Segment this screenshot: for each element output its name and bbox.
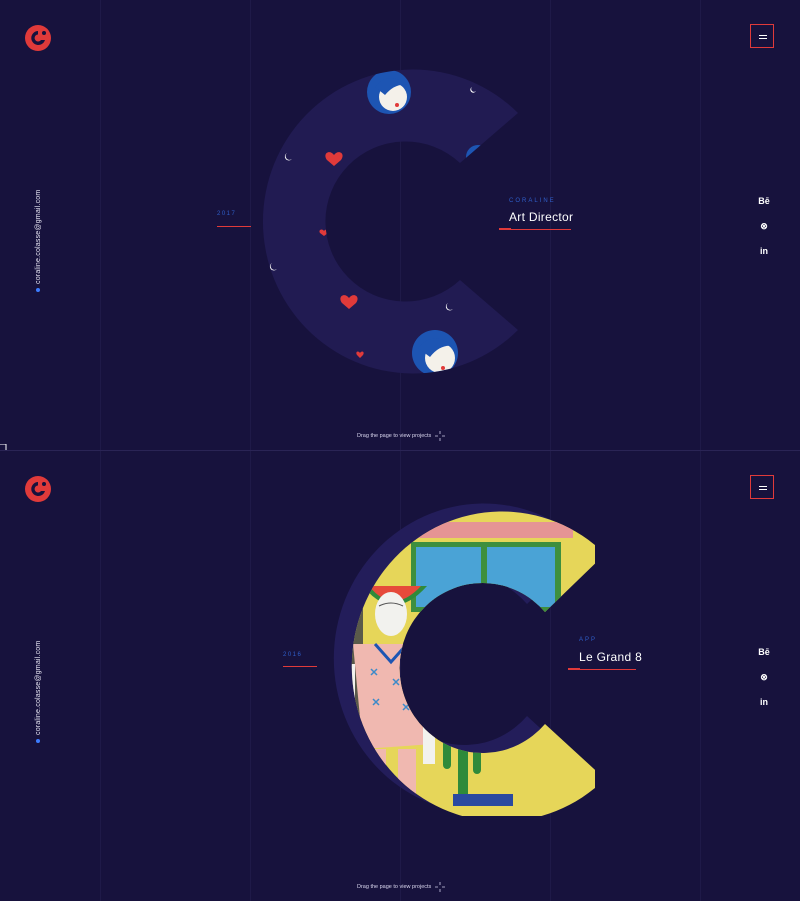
email-text: coraline.colasse@gmail.com [34, 640, 42, 735]
drag-hint: Drag the page to view projects [357, 431, 446, 441]
behance-icon[interactable]: Bē [756, 196, 772, 206]
dribbble-icon[interactable]: ⊗ [756, 672, 772, 683]
menu-icon [759, 38, 767, 39]
email-dot-icon [36, 288, 40, 292]
drag-hint-text: Drag the page to view projects [357, 433, 432, 439]
year-underline [283, 666, 317, 667]
project-year: 2016 [283, 652, 303, 658]
face-illustration [412, 330, 458, 374]
title-underline-accent [499, 228, 511, 230]
linkedin-icon[interactable]: in [756, 246, 772, 256]
grid-line [100, 451, 101, 901]
menu-button[interactable] [750, 24, 774, 48]
menu-button[interactable] [750, 475, 774, 499]
grid-line [550, 0, 551, 450]
grid-line [700, 0, 701, 450]
menu-icon [759, 35, 767, 36]
email-link[interactable]: coraline.colasse@gmail.com [31, 603, 45, 743]
project-panel: coraline.colasse@gmail.com Bē ⊗ in 2016 … [0, 450, 800, 901]
project-category: CORALINE [509, 198, 556, 204]
linkedin-icon[interactable]: in [756, 697, 772, 707]
email-text: coraline.colasse@gmail.com [34, 189, 42, 284]
grid-line [100, 0, 101, 450]
project-category: APP [579, 637, 598, 643]
drag-arrows-icon [435, 431, 446, 441]
drag-arrows-icon [435, 882, 446, 892]
logo[interactable] [24, 24, 52, 52]
logo[interactable] [24, 475, 52, 503]
email-link[interactable]: coraline.colasse@gmail.com [31, 152, 45, 292]
grid-line [250, 451, 251, 901]
project-title[interactable]: Art Director [509, 210, 573, 224]
hero-panel: coraline.colasse@gmail.com Bē ⊗ in 2017 … [0, 0, 800, 450]
email-dot-icon [36, 739, 40, 743]
drag-hint: Drag the page to view projects [357, 882, 446, 892]
dribbble-icon[interactable]: ⊗ [756, 221, 772, 232]
menu-icon [759, 486, 767, 487]
project-year: 2017 [217, 211, 237, 217]
title-underline-accent [568, 668, 580, 670]
menu-icon [759, 489, 767, 490]
face-illustration [367, 70, 411, 114]
grid-line [700, 451, 701, 901]
behance-icon[interactable]: Bē [756, 647, 772, 657]
drag-hint-text: Drag the page to view projects [357, 884, 432, 890]
year-underline [217, 226, 251, 227]
hero-c-illustration [262, 69, 518, 374]
project-title[interactable]: Le Grand 8 [579, 650, 642, 664]
project-c-photo [333, 503, 595, 816]
